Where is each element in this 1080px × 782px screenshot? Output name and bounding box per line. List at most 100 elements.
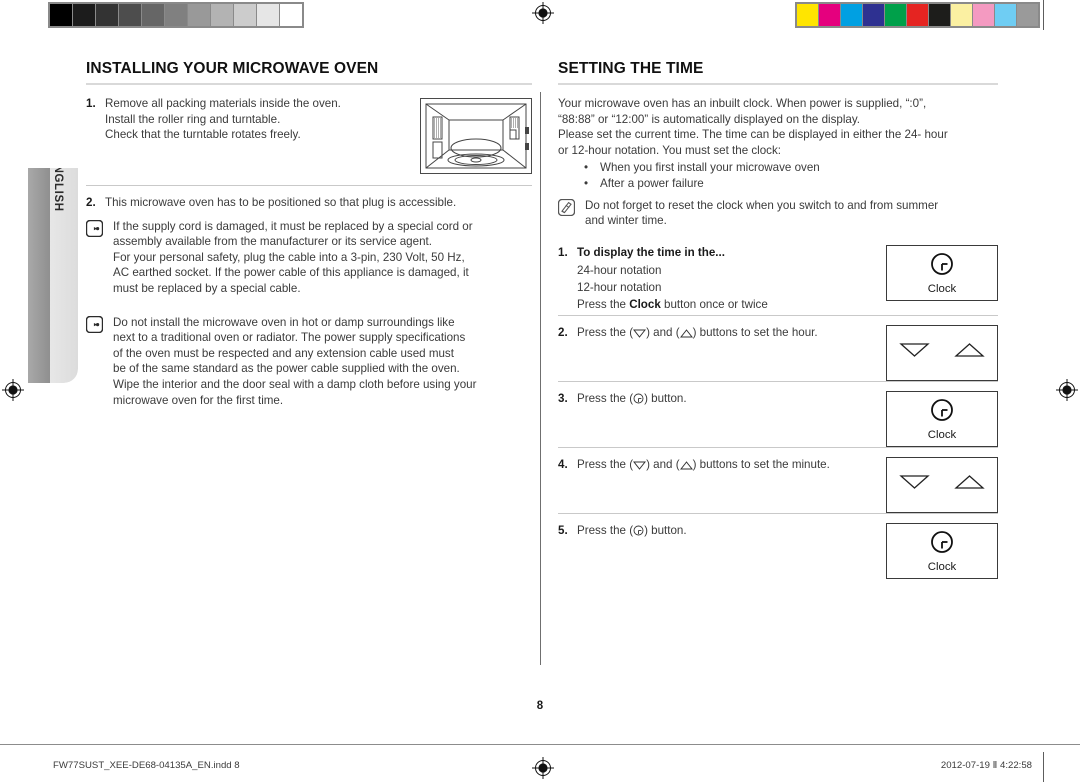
color-swatch-7	[951, 4, 972, 26]
time-step-5-button-figure: Clock	[886, 522, 998, 579]
side-tab-light-band: ENGLISH	[50, 168, 78, 383]
time-step-3-button-figure: Clock	[886, 390, 998, 447]
time-step-4-text-after: ) buttons to set the minute.	[692, 457, 830, 471]
clock-icon	[929, 529, 955, 560]
time-step-1-sub-1: 24-hour notation	[577, 264, 662, 278]
install-note-1-line-3: For your personal safety, plug the cable…	[113, 250, 465, 264]
color-swatch-2	[841, 4, 862, 26]
arrow-up-icon	[679, 460, 693, 473]
color-swatch-3	[863, 4, 884, 26]
time-intro-line-2: “88:88” or “12:00” is automatically disp…	[558, 112, 861, 126]
time-step-2-text-before: Press the (	[577, 325, 634, 339]
clock-icon	[633, 393, 644, 407]
clock-reset-note-text: Do not forget to reset the clock when yo…	[585, 198, 998, 229]
arrow-down-icon[interactable]	[899, 474, 930, 495]
install-step-1-line-2: Install the roller ring and turntable.	[105, 112, 281, 126]
grayscale-calibration-strip	[48, 2, 304, 28]
time-step-1: 1. To display the time in the... 24-hour…	[558, 243, 998, 315]
clock-reset-note: Do not forget to reset the clock when yo…	[557, 198, 998, 229]
top-trim-rule	[1043, 0, 1044, 30]
clock-reset-note-line-2: and winter time.	[585, 214, 667, 228]
gray-swatch-10	[280, 4, 302, 26]
language-tab-label: ENGLISH	[52, 168, 64, 212]
install-note-1-line-5: must be replaced by a special cable.	[113, 281, 301, 295]
time-step-4-text-mid: ) and (	[646, 457, 680, 471]
clock-icon	[929, 251, 955, 282]
page-canvas: ENGLISH INSTALLING YOUR MICROWAVE OVEN 1…	[0, 0, 1080, 782]
install-step-1-number: 1.	[86, 97, 96, 110]
install-note-2-line-1: Do not install the microwave oven in hot…	[113, 315, 455, 329]
time-step-3-text-before: Press the (	[577, 391, 634, 405]
install-step-2-text: This microwave oven has to be positioned…	[105, 196, 457, 209]
clock-icon	[929, 397, 955, 428]
arrow-up-icon[interactable]	[954, 474, 985, 495]
install-note-2-line-3: of the oven must be respected and any ex…	[113, 346, 454, 360]
time-step-5-instruction: Press the ( ) button.	[577, 523, 878, 541]
time-step-5-number: 5.	[558, 523, 568, 537]
time-step-2-text-mid: ) and (	[646, 325, 680, 339]
clock-button-caption: Clock	[927, 282, 957, 295]
clock-button[interactable]: Clock	[886, 522, 998, 579]
time-step-5-text-after: ) button.	[644, 523, 687, 537]
time-step-4-text-before: Press the (	[577, 457, 634, 471]
install-note-1-line-4: AC earthed socket. If the power cable of…	[113, 266, 469, 280]
arrow-up-icon[interactable]	[954, 342, 985, 363]
color-swatch-1	[819, 4, 840, 26]
color-swatch-8	[973, 4, 994, 26]
gray-swatch-3	[119, 4, 141, 26]
clock-button[interactable]: Clock	[886, 244, 998, 301]
side-tab-dark-band	[28, 168, 50, 383]
install-step-1-line-1: Remove all packing materials inside the …	[105, 97, 341, 110]
left-column-divider	[86, 185, 532, 186]
registration-mark-top	[532, 2, 554, 24]
gray-swatch-5	[165, 4, 187, 26]
color-calibration-strip	[795, 2, 1040, 28]
minute-arrows-button-pair[interactable]	[886, 456, 998, 513]
gray-swatch-1	[73, 4, 95, 26]
right-column: SETTING THE TIME Your microwave oven has…	[557, 60, 998, 579]
pointing-hand-icon	[85, 315, 113, 409]
clock-button[interactable]: Clock	[886, 390, 998, 447]
time-step-1-sub-2: 12-hour notation	[577, 281, 662, 295]
time-step-2-button-figure	[886, 324, 998, 381]
note-pencil-icon	[557, 198, 585, 229]
time-step-2-text-after: ) buttons to set the hour.	[692, 325, 818, 339]
time-step-5-text-before: Press the (	[577, 523, 634, 537]
gray-swatch-9	[257, 4, 279, 26]
install-step-1-text: 1. Remove all packing materials inside t…	[86, 96, 412, 145]
time-step-4-number: 4.	[558, 457, 568, 471]
install-step-1-line-3: Check that the turntable rotates freely.	[105, 128, 301, 142]
time-step-3-number: 3.	[558, 391, 568, 405]
install-note-2-line-4: be of the same standard as the power cab…	[113, 362, 460, 376]
time-intro-line-3: Please set the current time. The time ca…	[558, 128, 948, 142]
time-step-3-text-after: ) button.	[644, 391, 687, 405]
time-intro-line-4: or 12-hour notation. You must set the cl…	[558, 143, 781, 157]
registration-mark-bottom	[532, 757, 554, 779]
install-note-2-line-2: next to a traditional oven or radiator. …	[113, 331, 466, 345]
footer-filename: FW77SUST_XEE-DE68-04135A_EN.indd 8	[53, 760, 240, 771]
color-swatch-0	[797, 4, 818, 26]
hour-arrows-button-pair[interactable]	[886, 324, 998, 381]
time-step-2-instruction: Press the ( ) and ( ) buttons to set the h…	[577, 325, 878, 343]
time-step-1-number: 1.	[558, 245, 568, 259]
gray-swatch-8	[234, 4, 256, 26]
clock-button-caption: Clock	[927, 428, 957, 441]
time-step-1-button-figure: Clock	[886, 244, 998, 301]
microwave-oven-interior-illustration	[420, 98, 532, 174]
time-step-3-instruction: Press the ( ) button.	[577, 391, 878, 409]
time-step-5: 5. Press the ( ) button. Clock	[558, 512, 998, 579]
registration-mark-left	[2, 379, 24, 401]
registration-mark-right	[1056, 379, 1078, 401]
time-step-4-text: 4. Press the ( ) and ( ) buttons to set th…	[558, 457, 886, 477]
column-divider	[540, 92, 541, 665]
bottom-trim-rule	[1043, 752, 1044, 782]
left-section-title: INSTALLING YOUR MICROWAVE OVEN	[86, 60, 532, 85]
time-step-3: 3. Press the ( ) button. Clock	[558, 380, 998, 447]
time-intro-line-1: Your microwave oven has an inbuilt clock…	[558, 97, 927, 110]
install-note-1-line-1: If the supply cord is damaged, it must b…	[113, 219, 473, 233]
list-item: When you first install your microwave ov…	[584, 160, 998, 176]
left-column: INSTALLING YOUR MICROWAVE OVEN 1. Remove…	[85, 60, 532, 409]
gray-swatch-7	[211, 4, 233, 26]
time-step-2-text: 2. Press the () and () buttons to set th…	[558, 325, 886, 345]
arrow-down-icon[interactable]	[899, 342, 930, 363]
